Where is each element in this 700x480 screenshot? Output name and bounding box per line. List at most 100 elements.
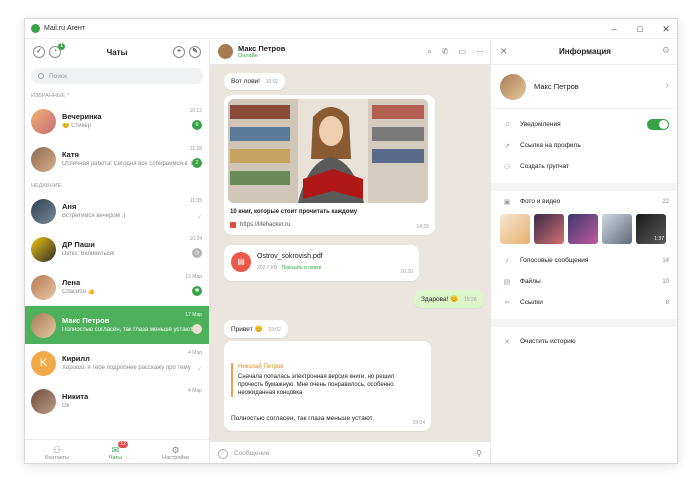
link-preview-bubble[interactable]: 10 книг, которые стоит прочитать каждому… <box>224 95 435 235</box>
search-icon[interactable]: ⌕ <box>427 47 431 57</box>
message-text: Вот лови! <box>231 78 260 85</box>
chat-item-anya[interactable]: Аня Встретимся вечером :) 11:05 ✓ <box>25 192 209 230</box>
link-preview-image[interactable] <box>228 99 428 203</box>
links-row[interactable]: ∞ Ссылки 8 <box>491 292 677 313</box>
nav-settings[interactable]: ⚙ Настройки <box>162 440 189 463</box>
video-duration: 1:37 <box>654 236 664 242</box>
file-bubble[interactable]: ▤ Ostrov_sokrovish.pdf 202.7 КБ Показать… <box>224 245 419 281</box>
link-icon: ∞ <box>504 299 510 306</box>
nav-contacts[interactable]: ⚇ Контакты <box>45 440 69 463</box>
more-icon[interactable]: ⋯ <box>476 47 484 57</box>
voice-label: Голосовые сообщения <box>520 257 589 264</box>
settings-nav-icon: ⚙ <box>171 444 180 455</box>
message-emoji: 😊 <box>450 296 459 303</box>
message-text: Полностью согласен, так глаза меньше уст… <box>231 415 373 422</box>
phone-icon[interactable]: ✆ <box>442 47 449 57</box>
chat-item-katya[interactable]: Катя Отличная работа! Сегодня все собира… <box>25 140 209 178</box>
media-thumbnail[interactable] <box>534 214 564 244</box>
notifications-toggle[interactable] <box>647 119 669 130</box>
chat-item-kirill[interactable]: K Кирилл Хорошо, я тебе подробнее расска… <box>25 344 209 382</box>
voice-messages-row[interactable]: ♪ Голосовые сообщения 14 <box>491 250 677 271</box>
create-group-row[interactable]: ⚇ Создать групчат <box>491 156 677 177</box>
file-size: 202.7 КБ <box>257 265 278 271</box>
gear-icon[interactable]: ⚙ <box>662 45 670 56</box>
chat-time: 17 Мар <box>185 312 202 318</box>
close-icon: ✕ <box>504 338 510 346</box>
attach-icon[interactable]: ⚲ <box>476 449 482 458</box>
show-in-folder-link[interactable]: Показать в папке <box>282 265 322 271</box>
chat-time: 10:12 <box>189 108 202 114</box>
favorites-label[interactable]: ИЗБРАННЫЕ ^ <box>25 88 209 102</box>
link-icon: ↗ <box>504 142 510 150</box>
nav-chats[interactable]: ✉ 12 Чаты <box>109 440 128 463</box>
avatar <box>31 312 56 338</box>
nav-settings-label: Настройки <box>162 454 189 461</box>
quote-author: Николай Петров <box>238 364 284 370</box>
unread-badge: 2 <box>192 158 202 168</box>
chat-preview: Хорошо, я тебе подробнее расскажу про те… <box>62 365 191 371</box>
chat-item-dr-pashi[interactable]: ДР Паши Denis: Вклиниться! 10:24 ◷ <box>25 230 209 268</box>
chat-item-nikita[interactable]: Никита Ок 4 Мар <box>25 382 209 420</box>
photos-row[interactable]: ▣ Фото и видео 22 <box>491 191 677 212</box>
close-icon[interactable]: ✕ <box>500 46 508 57</box>
message-composer[interactable]: Сообщение ⚲ <box>210 441 490 463</box>
media-thumbnail[interactable] <box>500 214 530 244</box>
chat-time: 4 Мар <box>188 350 202 356</box>
emoji-icon[interactable] <box>218 448 228 459</box>
video-thumbnail[interactable]: 1:37 <box>636 214 666 244</box>
read-check-icon: ✓ <box>196 367 202 373</box>
avatar <box>31 236 56 262</box>
maximize-button[interactable]: □ <box>633 22 647 36</box>
link-url[interactable]: https://lifehacker.ru <box>230 222 290 228</box>
voice-count: 14 <box>662 257 669 264</box>
chat-name: ДР Паши <box>62 240 95 249</box>
contact-name[interactable]: Макс Петров <box>238 44 285 53</box>
bell-icon: ♫ <box>504 121 510 128</box>
chat-item-vecherinka[interactable]: Вечеринка 😊 Стикер 10:12 6 <box>25 102 209 140</box>
message-time: 15:26 <box>464 297 477 303</box>
message-text: Здарова! <box>421 296 449 303</box>
new-group-icon[interactable]: + <box>173 46 185 58</box>
reply-bubble[interactable]: Николай Петров Сначала попалась электрон… <box>224 341 431 431</box>
media-thumbnail[interactable] <box>568 214 598 244</box>
info-title: Информация <box>559 47 611 56</box>
pin-icon: ✱ <box>192 286 202 296</box>
profile-link-row[interactable]: ↗ Ссылка на профиль <box>491 135 677 156</box>
contact-status: Онлайн <box>238 53 258 59</box>
notifications-label: Уведомления <box>520 121 561 128</box>
app-title: Mail.ru Агент <box>44 25 85 32</box>
quoted-message[interactable]: Николай Петров Сначала попалась электрон… <box>231 363 416 397</box>
clear-history-row[interactable]: ✕ Очистить историю <box>491 331 677 352</box>
message-time: 14:35 <box>416 224 429 230</box>
chat-item-lena[interactable]: Лена Спасибо 👍 13 Мар ✱ <box>25 268 209 306</box>
minimize-button[interactable]: – <box>607 22 621 36</box>
contact-avatar[interactable] <box>218 44 233 59</box>
conversation-panel: Макс Петров Онлайн ⌕ ✆ ▭ ⋯ Вот лови! 10:… <box>210 39 490 463</box>
conversation-actions: ⌕ ✆ ▭ ⋯ <box>427 47 484 57</box>
notifications-row[interactable]: ♫ Уведомления <box>491 114 677 135</box>
chat-time: 11:05 <box>189 198 202 204</box>
chat-item-maks-petrov[interactable]: Макс Петров Полностью согласен, так глаз… <box>25 306 209 344</box>
status-icon[interactable]: ✓ <box>33 46 45 58</box>
file-name[interactable]: Ostrov_sokrovish.pdf <box>257 253 323 260</box>
video-call-icon[interactable]: ▭ <box>458 47 466 57</box>
files-row[interactable]: ▤ Файлы 10 <box>491 271 677 292</box>
group-icon: ⚇ <box>503 163 511 171</box>
close-window-button[interactable]: ✕ <box>659 22 673 36</box>
message-bubble[interactable]: Вот лови! 10:02 <box>224 73 286 90</box>
search-icon <box>38 73 44 79</box>
avatar <box>31 274 56 300</box>
file-icon: ▤ <box>503 278 511 286</box>
message-list: Вот лови! 10:02 10 книг, которые стоит п… <box>210 65 490 441</box>
contacts-icon[interactable]: ◔ 1 <box>49 43 65 58</box>
message-time: 10:02 <box>265 79 279 85</box>
profile-row[interactable]: Макс Петров › <box>491 65 677 109</box>
title-bar: Mail.ru Агент – □ ✕ <box>25 19 677 39</box>
chat-name: Вечеринка <box>62 112 102 121</box>
outgoing-message-bubble[interactable]: Здарова! 😊 15:26 <box>414 290 484 308</box>
search-input[interactable]: Поиск <box>31 68 203 84</box>
compose-icon[interactable]: ✎ <box>189 46 201 58</box>
link-title[interactable]: 10 книг, которые стоит прочитать каждому <box>230 209 357 215</box>
media-thumbnail[interactable] <box>602 214 632 244</box>
message-bubble[interactable]: Привет 😊 19:02 <box>224 320 288 338</box>
